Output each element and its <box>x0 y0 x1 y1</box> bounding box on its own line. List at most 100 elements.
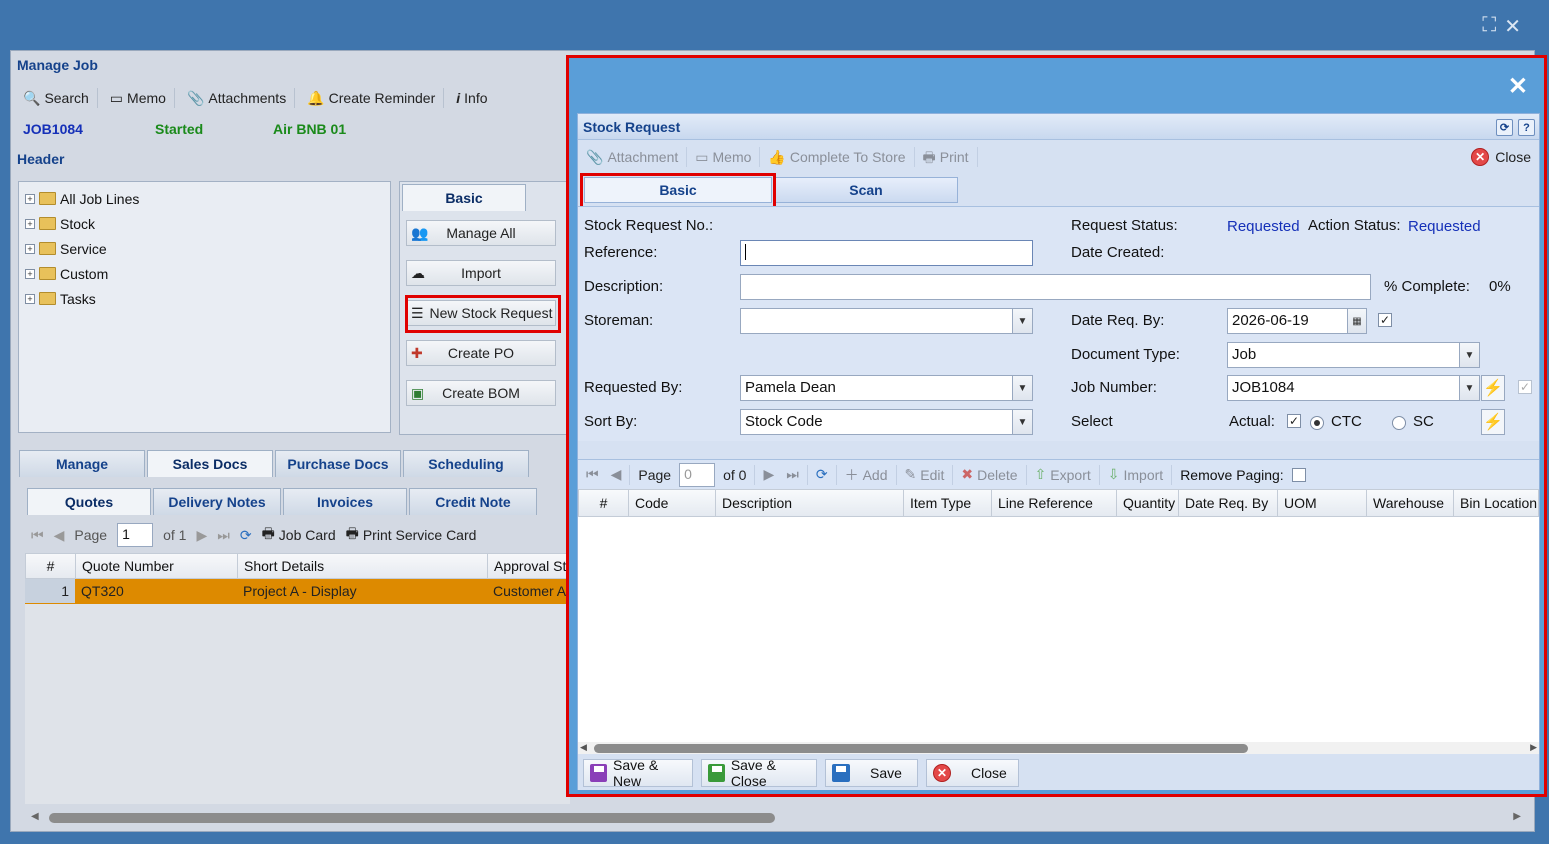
column-header[interactable]: Short Details <box>238 554 488 578</box>
page-number-input[interactable]: 1 <box>117 523 154 547</box>
attachment-button[interactable]: 📎 Attachment <box>578 147 688 167</box>
tab-credit-note[interactable]: Credit Note <box>409 488 537 515</box>
memo-button[interactable]: ▭ Memo <box>102 88 175 108</box>
description-input[interactable] <box>740 274 1371 300</box>
print-service-card-button[interactable]: 🖶 Print Service Card <box>346 523 477 547</box>
date-req-by-input[interactable]: 2026-06-19 ▦ <box>1227 308 1367 334</box>
column-header[interactable]: Quantity <box>1117 490 1179 516</box>
info-button[interactable]: i Info <box>448 88 495 108</box>
search-button[interactable]: 🔍 Search <box>15 88 98 108</box>
chevron-down-icon[interactable]: ▼ <box>1012 376 1032 400</box>
save-and-new-button[interactable]: Save & New <box>583 757 693 789</box>
prev-page-icon[interactable]: ◀ <box>611 466 622 483</box>
sc-radio[interactable] <box>1392 416 1406 430</box>
scroll-thumb[interactable] <box>594 744 1248 753</box>
chevron-down-icon[interactable]: ▼ <box>1459 376 1479 400</box>
close-button-footer[interactable]: ✕ Close <box>926 759 1019 787</box>
job-number-checkbox[interactable]: ✓ <box>1518 380 1532 394</box>
actual-checkbox[interactable]: ✓ <box>1287 414 1301 428</box>
expand-icon[interactable]: + <box>25 193 35 204</box>
column-header[interactable]: Quote Number <box>76 554 238 578</box>
tree-item-all-job-lines[interactable]: + All Job Lines <box>25 186 384 211</box>
close-button[interactable]: ✕ Close <box>1471 148 1531 166</box>
print-button[interactable]: 🖶 Print <box>915 147 978 167</box>
add-button[interactable]: ＋ Add <box>837 464 897 485</box>
column-header[interactable]: Description <box>716 490 904 516</box>
column-header[interactable]: Date Req. By <box>1179 490 1278 516</box>
chevron-down-icon[interactable]: ▼ <box>1459 343 1479 367</box>
refresh-icon[interactable]: ⟳ <box>240 527 252 544</box>
table-row[interactable]: 1 QT320 Project A - Display Customer A <box>25 579 570 604</box>
modal-close-icon[interactable]: ✕ <box>1508 72 1528 101</box>
refresh-button[interactable]: ⟳ <box>808 464 837 485</box>
tab-sales-docs[interactable]: Sales Docs <box>147 450 273 477</box>
refresh-icon[interactable]: ⟳ <box>1496 119 1513 136</box>
memo-button[interactable]: ▭ Memo <box>687 147 761 167</box>
help-icon[interactable]: ? <box>1518 119 1535 136</box>
import-button[interactable]: ⇩ Import <box>1100 464 1173 485</box>
scroll-left-icon[interactable]: ◀ <box>580 742 587 753</box>
sort-by-select[interactable]: Stock Code ▼ <box>740 409 1033 435</box>
tab-scheduling[interactable]: Scheduling <box>403 450 529 477</box>
column-header[interactable]: # <box>26 554 76 578</box>
column-header[interactable]: UOM <box>1278 490 1367 516</box>
chevron-down-icon[interactable]: ▼ <box>1012 410 1032 434</box>
date-req-by-checkbox[interactable]: ✓ <box>1378 313 1392 327</box>
last-page-icon[interactable]: ⏭ <box>217 527 230 544</box>
tree-item-custom[interactable]: + Custom <box>25 261 384 286</box>
save-button[interactable]: Save <box>825 759 918 787</box>
page-number-input[interactable]: 0 <box>679 462 716 487</box>
scroll-left-icon[interactable]: ◀ <box>31 811 39 822</box>
lightning-icon[interactable]: ⚡ <box>1481 375 1505 401</box>
tab-basic[interactable]: Basic <box>402 184 526 211</box>
tree-item-service[interactable]: + Service <box>25 236 384 261</box>
tab-manage[interactable]: Manage <box>19 450 145 477</box>
save-and-close-button[interactable]: Save & Close <box>701 757 817 789</box>
document-type-select[interactable]: Job ▼ <box>1227 342 1480 368</box>
column-header[interactable]: Approval St <box>488 554 571 578</box>
column-header[interactable]: # <box>579 490 629 516</box>
horizontal-scrollbar[interactable]: ◀ ▶ <box>578 742 1539 754</box>
next-page-icon[interactable]: ▶ <box>763 466 774 483</box>
first-page-icon[interactable]: ⏮ <box>586 466 599 483</box>
calendar-icon[interactable]: ▦ <box>1347 309 1366 333</box>
column-header[interactable]: Bin Location <box>1454 490 1538 516</box>
edit-button[interactable]: ✎ Edit <box>897 464 954 485</box>
last-page-icon[interactable]: ⏭ <box>786 466 799 483</box>
close-icon[interactable]: ✕ <box>1504 14 1521 39</box>
expand-icon[interactable]: + <box>25 243 35 254</box>
create-po-button[interactable]: ✚ Create PO <box>406 340 556 366</box>
first-page-icon[interactable]: ⏮ <box>31 527 44 544</box>
scroll-right-icon[interactable]: ▶ <box>1513 811 1521 822</box>
create-reminder-button[interactable]: 🔔 Create Reminder <box>299 88 445 108</box>
attachments-button[interactable]: 📎 Attachments <box>179 88 296 108</box>
chevron-down-icon[interactable]: ▼ <box>1012 309 1032 333</box>
column-header[interactable]: Code <box>629 490 716 516</box>
tab-purchase-docs[interactable]: Purchase Docs <box>275 450 401 477</box>
tree-item-tasks[interactable]: + Tasks <box>25 286 384 311</box>
expand-icon[interactable]: + <box>25 218 35 229</box>
import-button[interactable]: ☁ Import <box>406 260 556 286</box>
tab-quotes[interactable]: Quotes <box>27 488 151 515</box>
lightning-icon[interactable]: ⚡ <box>1481 409 1505 435</box>
horizontal-scrollbar[interactable]: ◀ ▶ <box>31 811 1521 825</box>
complete-to-store-button[interactable]: 👍 Complete To Store <box>760 147 915 167</box>
remove-paging-checkbox[interactable] <box>1291 467 1306 482</box>
scroll-right-icon[interactable]: ▶ <box>1530 742 1537 753</box>
scroll-thumb[interactable] <box>49 813 775 823</box>
requested-by-select[interactable]: Pamela Dean ▼ <box>740 375 1033 401</box>
tab-invoices[interactable]: Invoices <box>283 488 407 515</box>
tab-scan[interactable]: Scan <box>774 177 958 203</box>
expand-icon[interactable]: + <box>25 268 35 279</box>
manage-all-button[interactable]: 👥 Manage All <box>406 220 556 246</box>
tab-delivery-notes[interactable]: Delivery Notes <box>153 488 281 515</box>
maximize-icon[interactable]: ⛶ <box>1482 14 1496 39</box>
tree-item-stock[interactable]: + Stock <box>25 211 384 236</box>
prev-page-icon[interactable]: ◀ <box>54 527 65 544</box>
column-header[interactable]: Item Type <box>904 490 992 516</box>
next-page-icon[interactable]: ▶ <box>196 527 207 544</box>
job-number-select[interactable]: JOB1084 ▼ <box>1227 375 1480 401</box>
ctc-radio[interactable] <box>1310 416 1324 430</box>
column-header[interactable]: Warehouse <box>1367 490 1454 516</box>
create-bom-button[interactable]: ▣ Create BOM <box>406 380 556 406</box>
